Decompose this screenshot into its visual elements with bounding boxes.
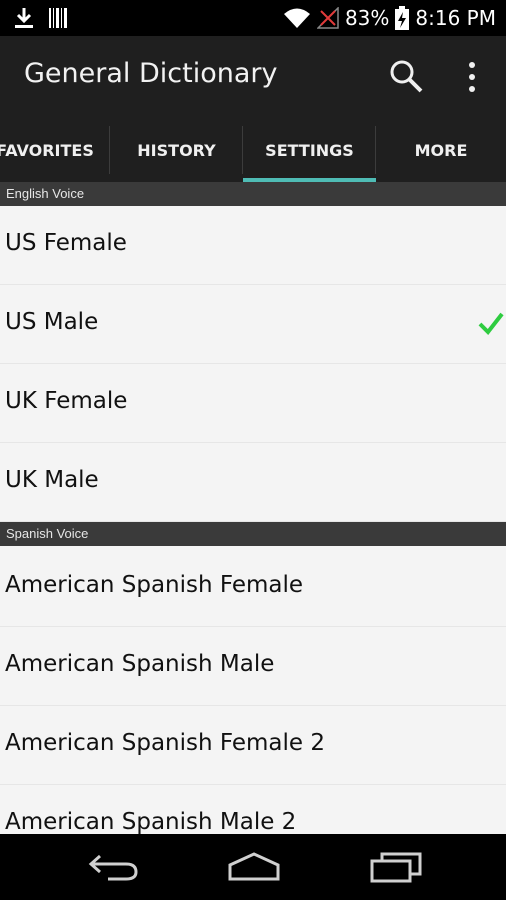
tab-more[interactable]: MORE: [376, 118, 506, 182]
voice-option-label: US Male: [5, 309, 99, 335]
voice-option-label: American Spanish Female: [5, 572, 304, 598]
app-title: General Dictionary: [24, 58, 278, 89]
home-icon[interactable]: [226, 851, 282, 883]
overflow-menu-icon[interactable]: [462, 60, 482, 94]
battery-charging-icon: [395, 6, 410, 30]
barcode-icon: [49, 8, 67, 28]
recent-apps-icon[interactable]: [370, 851, 422, 883]
search-icon[interactable]: [388, 58, 424, 94]
tab-favorites[interactable]: FAVORITES: [0, 118, 110, 182]
voice-option-label: American Spanish Male 2: [5, 809, 297, 835]
tab-history[interactable]: HISTORY: [110, 118, 243, 182]
voice-option-label: UK Female: [5, 388, 128, 414]
navigation-bar: [0, 834, 506, 900]
voice-option-label: American Spanish Female 2: [5, 730, 326, 756]
no-signal-icon: [316, 7, 339, 29]
voice-option-american-spanish-male[interactable]: American Spanish Male: [0, 627, 506, 706]
back-icon[interactable]: [88, 852, 140, 882]
tab-bar: FAVORITES HISTORY SETTINGS MORE: [0, 118, 506, 182]
voice-option-us-male[interactable]: US Male: [0, 285, 506, 364]
clock: 8:16 PM: [415, 6, 496, 30]
battery-percent: 83%: [344, 6, 390, 30]
voice-option-label: UK Male: [5, 467, 99, 493]
voice-option-uk-female[interactable]: UK Female: [0, 364, 506, 443]
download-icon: [15, 8, 33, 28]
english-voice-header: English Voice: [0, 182, 506, 206]
voice-option-american-spanish-female[interactable]: American Spanish Female: [0, 548, 506, 627]
status-bar: 83% 8:16 PM: [0, 0, 506, 36]
wifi-icon: [283, 8, 310, 28]
voice-option-label: American Spanish Male: [5, 651, 275, 677]
spanish-voice-header: Spanish Voice: [0, 522, 506, 546]
voice-option-label: US Female: [5, 230, 127, 256]
checkmark-icon: [478, 312, 504, 335]
voice-option-us-female[interactable]: US Female: [0, 206, 506, 285]
voice-option-american-spanish-female-2[interactable]: American Spanish Female 2: [0, 706, 506, 785]
app-bar: General Dictionary: [0, 36, 506, 118]
voice-option-uk-male[interactable]: UK Male: [0, 443, 506, 522]
tab-settings[interactable]: SETTINGS: [243, 118, 376, 182]
